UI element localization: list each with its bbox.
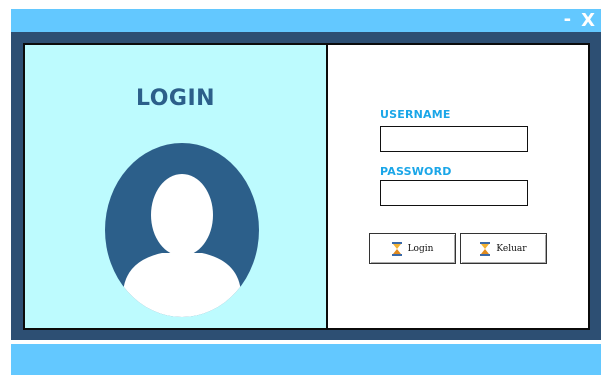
exit-button-label: Keluar [496, 243, 527, 254]
title-bar: - X [11, 9, 601, 32]
exit-button[interactable]: Keluar [460, 233, 547, 264]
right-panel: USERNAME PASSWORD Login Keluar [328, 43, 590, 330]
login-button[interactable]: Login [369, 233, 456, 264]
password-label: PASSWORD [380, 165, 452, 178]
close-button[interactable]: X [581, 11, 595, 30]
minimize-button[interactable]: - [564, 10, 571, 29]
hourglass-icon [391, 241, 402, 256]
login-title: LOGIN [135, 86, 216, 111]
password-input[interactable] [380, 180, 528, 206]
username-label: USERNAME [380, 108, 451, 121]
username-input[interactable] [380, 126, 528, 152]
hourglass-icon [480, 241, 491, 256]
status-bar [11, 344, 601, 375]
left-panel: LOGIN [23, 43, 328, 330]
login-button-label: Login [407, 243, 434, 254]
window-controls: - X [564, 9, 595, 32]
user-avatar-icon [105, 143, 259, 317]
